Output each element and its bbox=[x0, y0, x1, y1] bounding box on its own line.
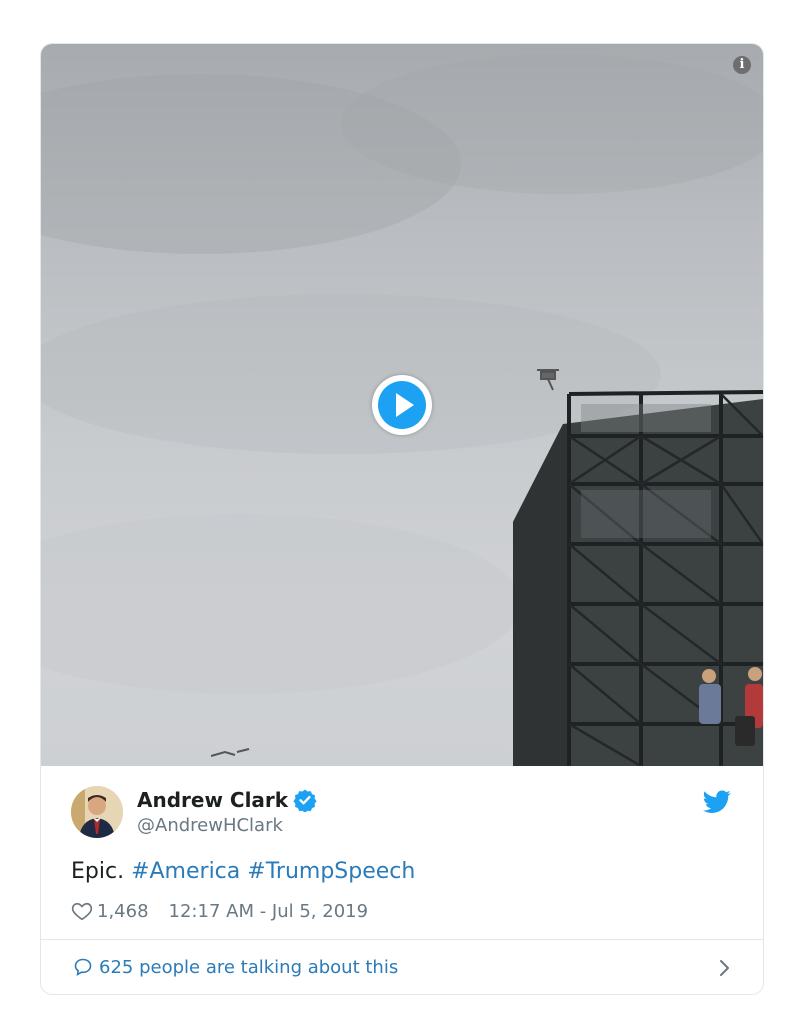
tweet-text-plain: Epic. bbox=[71, 859, 125, 884]
author-display-name[interactable]: Andrew Clark bbox=[137, 788, 288, 812]
hashtag-link[interactable]: #America bbox=[131, 859, 240, 884]
hashtag-link[interactable]: #TrumpSpeech bbox=[247, 859, 415, 884]
author-name-row[interactable]: Andrew Clark bbox=[137, 788, 317, 812]
play-icon bbox=[378, 381, 426, 429]
tweet-embed-card[interactable]: i Andrew Clark @AndrewHClark Epic. #Amer… bbox=[40, 43, 764, 995]
author-handle[interactable]: @AndrewHClark bbox=[137, 815, 283, 836]
verified-badge-icon bbox=[293, 789, 317, 812]
like-count[interactable]: 1,468 bbox=[97, 901, 149, 922]
avatar-image bbox=[71, 786, 123, 838]
tweet-meta: 1,468 12:17 AM - Jul 5, 2019 bbox=[71, 900, 368, 922]
chevron-right-icon bbox=[720, 960, 729, 976]
talking-count-text[interactable]: 625 people are talking about this bbox=[99, 957, 398, 978]
play-button[interactable] bbox=[372, 375, 432, 435]
video-player[interactable]: i bbox=[41, 44, 763, 766]
conversation-link[interactable]: 625 people are talking about this bbox=[41, 940, 763, 994]
tweet-header: Andrew Clark @AndrewHClark bbox=[71, 786, 733, 842]
heart-icon[interactable] bbox=[71, 900, 93, 922]
timestamp-link[interactable]: 12:17 AM - Jul 5, 2019 bbox=[169, 901, 369, 922]
twitter-bird-icon[interactable] bbox=[703, 790, 731, 814]
tweet-text: Epic. #America #TrumpSpeech bbox=[71, 859, 415, 884]
info-icon[interactable]: i bbox=[733, 56, 751, 74]
speech-bubble-icon bbox=[74, 958, 92, 977]
avatar[interactable] bbox=[71, 786, 123, 838]
